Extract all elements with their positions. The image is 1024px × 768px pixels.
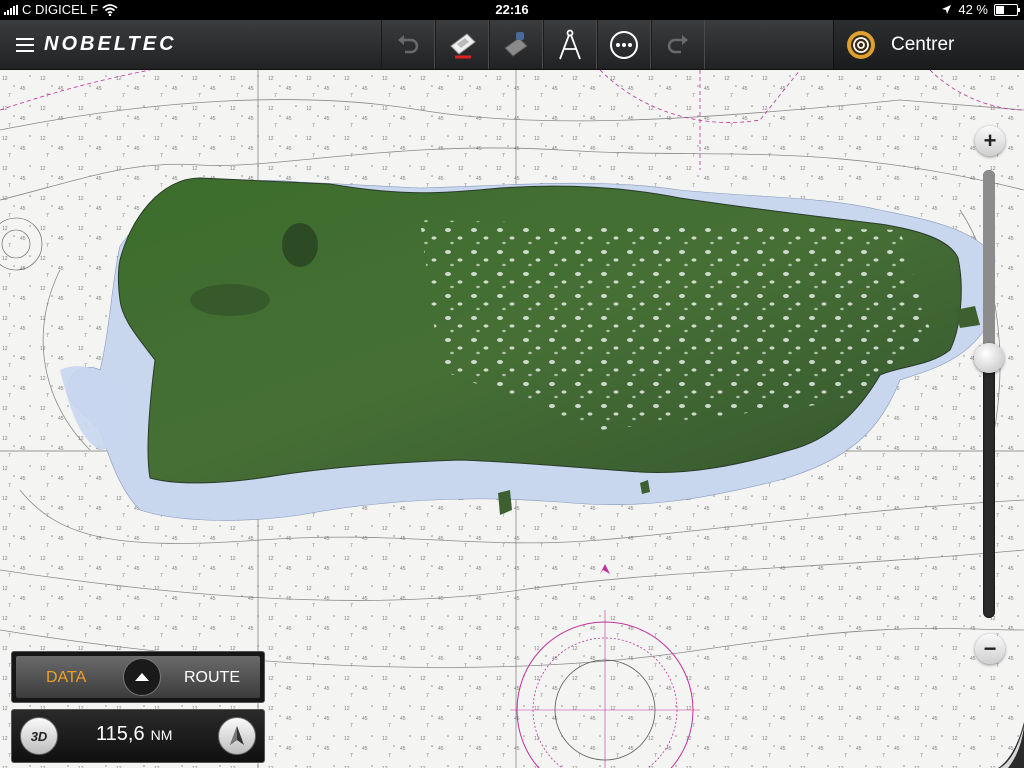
tab-bar: DATA ROUTE — [16, 656, 260, 698]
boat-button[interactable] — [435, 20, 489, 69]
battery-icon — [994, 3, 1020, 16]
3d-button[interactable]: 3D — [20, 717, 58, 755]
zoom-slider-thumb[interactable] — [974, 343, 1004, 374]
data-route-panel: DATA ROUTE — [11, 651, 265, 703]
distance-readout: 115,6 NM — [96, 723, 172, 746]
status-right: 42 % — [941, 2, 1020, 17]
lake — [282, 223, 318, 267]
brand-area: NOBELTEC — [0, 20, 252, 69]
zoom-in-button[interactable]: + — [975, 126, 1005, 156]
chevron-up-icon — [135, 673, 149, 681]
more-button[interactable] — [597, 20, 651, 69]
hamburger-icon[interactable] — [16, 37, 34, 52]
measure-button[interactable] — [543, 20, 597, 69]
boat-gray-icon — [504, 31, 528, 57]
ellipsis-circle-icon — [610, 30, 638, 59]
zoom-out-button[interactable]: − — [975, 634, 1005, 664]
distance-value: 115,6 — [96, 723, 145, 745]
target-icon — [847, 30, 875, 59]
north-arrow-icon — [230, 726, 244, 745]
undo-arrow-icon — [398, 34, 419, 53]
battery-fill — [996, 5, 1004, 14]
redo-button[interactable] — [651, 20, 705, 69]
tab-data[interactable]: DATA — [46, 669, 86, 687]
tab-route[interactable]: ROUTE — [184, 669, 240, 687]
boat-icon — [450, 32, 476, 58]
status-bar: C DIGICEL F 22:16 42 % — [0, 0, 1024, 20]
zoom-slider-fill — [983, 170, 995, 359]
compass-dividers-icon — [559, 29, 581, 59]
panel-toggle-button[interactable] — [123, 658, 161, 696]
north-up-button[interactable] — [218, 717, 256, 755]
center-button-label: Centrer — [891, 33, 955, 55]
status-time: 22:16 — [495, 2, 529, 17]
page-curl-icon[interactable] — [998, 722, 1024, 768]
tool-group — [254, 20, 832, 69]
distance-unit: NM — [150, 727, 173, 743]
boat-settings-button[interactable] — [489, 20, 543, 69]
location-arrow-icon — [942, 5, 952, 14]
dark-forest — [190, 284, 270, 316]
top-toolbar: NOBELTEC Centrer — [0, 20, 1024, 70]
center-button[interactable]: Centrer — [833, 20, 1024, 69]
zoom-slider-track[interactable] — [983, 170, 995, 618]
app-logo: NOBELTEC — [44, 33, 177, 55]
redo-arrow-icon — [667, 34, 688, 53]
navigation-panel: 3D 115,6 NM — [11, 709, 265, 763]
undo-button[interactable] — [381, 20, 435, 69]
battery-label: 42 % — [958, 2, 988, 17]
